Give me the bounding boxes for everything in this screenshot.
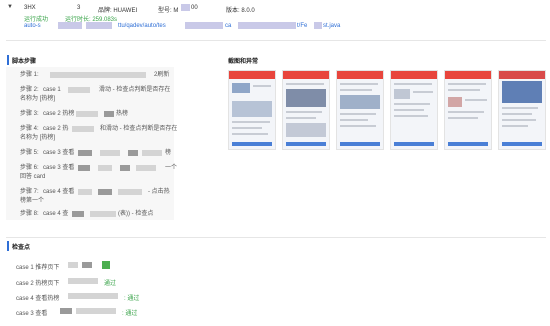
redacted-path-4 bbox=[238, 22, 296, 29]
redacted-path-2 bbox=[86, 22, 112, 29]
check-item: case 3 查看 : 通过 bbox=[16, 308, 137, 317]
screenshot-thumb[interactable] bbox=[390, 70, 438, 150]
step-2: 步骤 2: case 1 滑动 - 检查点判断是否存在 bbox=[20, 87, 171, 93]
screenshots-strip bbox=[228, 70, 546, 150]
screenshot-thumb[interactable] bbox=[336, 70, 384, 150]
path-ext: st.java bbox=[323, 23, 341, 29]
steps-section-title: 脚本步骤 bbox=[12, 59, 37, 65]
step-4: 步骤 4: case 2 热 和滑动 - 检查点判断是否存在 bbox=[20, 126, 178, 132]
step-6: 步骤 6: case 3 查看 一个 bbox=[20, 165, 178, 171]
device-code: 3HX bbox=[24, 5, 36, 11]
redacted-path-5 bbox=[314, 22, 322, 29]
path-end: t/Fe bbox=[297, 23, 308, 29]
step-7-cont: 榜第一个 bbox=[20, 198, 45, 204]
checks-section-marker bbox=[7, 241, 9, 251]
model-label: 型号: M bbox=[158, 8, 179, 14]
steps-section-marker bbox=[7, 55, 9, 65]
screenshot-thumb[interactable] bbox=[498, 70, 546, 150]
version-label: 版本: 8.0.0 bbox=[226, 8, 255, 14]
path-prefix: auto-s bbox=[24, 23, 41, 29]
screenshot-thumb[interactable] bbox=[228, 70, 276, 150]
header-divider bbox=[6, 40, 546, 41]
step-2-cont: 名称为 [热榜] bbox=[20, 96, 56, 102]
collapse-caret-icon[interactable]: ▼ bbox=[7, 4, 13, 10]
step-1: 步骤 1: 2刷新 bbox=[20, 72, 170, 78]
run-header: ▼ 3HX 3 品牌: HUAWEI 型号: M 00 版本: 8.0.0 运行… bbox=[0, 0, 550, 38]
brand-label: 品牌: HUAWEI bbox=[98, 8, 138, 14]
checks-divider bbox=[6, 237, 546, 238]
check-item: case 1 推荐页下 bbox=[16, 261, 110, 271]
check-item: case 2 热榜页下 通过 bbox=[16, 278, 116, 287]
step-5: 步骤 5: case 3 查看 榜 bbox=[20, 150, 172, 156]
step-4-cont: 名称为 [热榜] bbox=[20, 135, 56, 141]
checks-section-title: 检查点 bbox=[12, 245, 31, 251]
screenshot-thumb[interactable] bbox=[444, 70, 492, 150]
redacted-model bbox=[181, 4, 190, 11]
screenshot-thumb[interactable] bbox=[282, 70, 330, 150]
step-3: 步骤 3: case 2 热榜 热榜 bbox=[20, 111, 129, 117]
model-tail: 00 bbox=[191, 5, 198, 11]
redacted-path-1 bbox=[58, 22, 82, 29]
step-8: 步骤 8: case 4 查 (表)) - 检查点 bbox=[20, 211, 154, 217]
step-7: 步骤 7: case 4 查看 - 点击热 bbox=[20, 189, 170, 195]
check-item: case 4 查看热榜 : 通过 bbox=[16, 293, 139, 302]
redacted-path-3 bbox=[185, 22, 223, 29]
device-num: 3 bbox=[77, 5, 81, 11]
path-mid[interactable]: ttu/qadev/auto/tes bbox=[118, 23, 166, 29]
screenshots-section-title: 截图和异常 bbox=[228, 59, 259, 65]
step-6-cont: 回答 card bbox=[20, 174, 46, 180]
path-ca: ca bbox=[225, 23, 232, 29]
check-pass-icon bbox=[102, 261, 110, 269]
run-status: 运行成功 bbox=[24, 17, 49, 23]
